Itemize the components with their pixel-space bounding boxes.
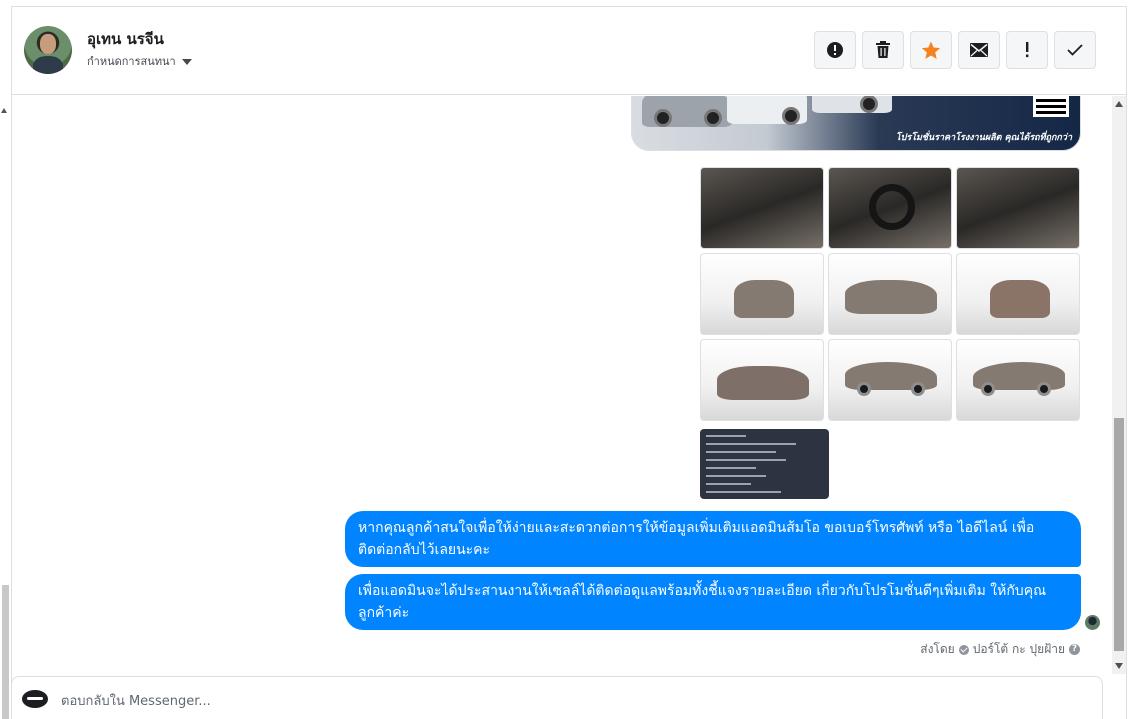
envelope-icon bbox=[970, 43, 988, 57]
doc-line bbox=[706, 467, 756, 469]
doc-line bbox=[706, 483, 751, 485]
thread-scrollbar[interactable] bbox=[1112, 96, 1126, 674]
banner-wheel bbox=[704, 109, 722, 127]
assign-conversation-label: กำหนดการสนทนา bbox=[87, 55, 176, 68]
delete-button[interactable] bbox=[862, 31, 904, 69]
document-screenshot-attachment[interactable] bbox=[700, 429, 829, 499]
car-tyre-shape bbox=[1037, 382, 1051, 396]
car-tyre-shape bbox=[911, 382, 925, 396]
message-bubble[interactable]: เพื่อแอดมินจะได้ประสานงานให้เซลล์ได้ติดต… bbox=[345, 574, 1081, 630]
car-photo-dashboard[interactable] bbox=[956, 167, 1080, 249]
check-circle-icon bbox=[958, 644, 969, 655]
page-logo-icon bbox=[22, 690, 48, 708]
car-tyre-shape bbox=[981, 382, 995, 396]
trash-icon bbox=[876, 41, 890, 58]
scroll-down-arrow-icon[interactable] bbox=[1115, 663, 1123, 669]
messenger-panel: อุเทน นรจีน กำหนดการสนทนา โปรโมชั่นราคาโ… bbox=[11, 6, 1127, 719]
star-button[interactable] bbox=[910, 31, 952, 69]
promo-banner-image[interactable]: โปรโมชั่นราคาโรงงานผลิต คุณได้รถที่ถูกกว… bbox=[631, 96, 1081, 151]
car-photo-side-right[interactable] bbox=[956, 339, 1080, 421]
doc-line bbox=[706, 491, 781, 493]
scroll-up-arrow-icon[interactable] bbox=[1, 108, 7, 113]
doc-line bbox=[706, 475, 766, 477]
alert-circle-icon bbox=[827, 42, 843, 58]
doc-line bbox=[706, 451, 776, 453]
car-photo-interior[interactable] bbox=[700, 167, 824, 249]
avatar-face bbox=[40, 34, 56, 54]
reply-input[interactable]: ตอบกลับใน Messenger... bbox=[61, 690, 211, 711]
report-spam-button[interactable] bbox=[814, 31, 856, 69]
question-circle-icon[interactable]: ? bbox=[1069, 644, 1080, 655]
car-body-shape bbox=[717, 366, 809, 400]
assign-conversation-dropdown[interactable]: กำหนดการสนทนา bbox=[87, 52, 192, 70]
seen-avatar bbox=[1085, 615, 1100, 630]
doc-line bbox=[706, 435, 746, 437]
outer-scrollbar-thumb[interactable] bbox=[2, 585, 9, 719]
doc-line bbox=[706, 459, 786, 461]
important-button[interactable] bbox=[1006, 31, 1048, 69]
banner-promo-text: โปรโมชั่นราคาโรงงานผลิต คุณได้รถที่ถูกกว… bbox=[895, 133, 1072, 143]
car-photo-front-angle[interactable] bbox=[828, 253, 952, 335]
car-body-shape bbox=[845, 280, 937, 314]
doc-line bbox=[706, 443, 796, 445]
sent-by-label: ส่งโดย bbox=[920, 642, 955, 656]
sender-name: ปอร์โต้ กะ ปุยฝ้าย bbox=[972, 642, 1065, 656]
star-icon bbox=[921, 41, 941, 59]
banner-wheel bbox=[654, 109, 672, 127]
car-tyre-shape bbox=[857, 382, 871, 396]
qr-code-image bbox=[1033, 96, 1069, 117]
mark-unread-button[interactable] bbox=[958, 31, 1000, 69]
conversation-toolbar bbox=[814, 31, 1096, 69]
car-photo-steering-wheel[interactable] bbox=[828, 167, 952, 249]
scroll-up-arrow-icon[interactable] bbox=[1115, 101, 1123, 107]
car-body-shape bbox=[734, 280, 794, 318]
message-bubble[interactable]: หากคุณลูกค้าสนใจเพื่อให้ง่ายและสะดวกต่อก… bbox=[345, 511, 1081, 567]
car-photo-side-left[interactable] bbox=[828, 339, 952, 421]
avatar-body bbox=[33, 56, 63, 74]
car-photo-front[interactable] bbox=[700, 253, 824, 335]
car-photo-rear-angle[interactable] bbox=[700, 339, 824, 421]
banner-wheel bbox=[782, 107, 800, 125]
reply-composer[interactable]: ตอบกลับใน Messenger... bbox=[11, 676, 1103, 719]
car-body-shape bbox=[990, 280, 1050, 318]
caret-down-icon bbox=[181, 58, 192, 65]
outer-scrollbar[interactable] bbox=[0, 0, 11, 719]
sent-by-info: ส่งโดย ปอร์โต้ กะ ปุยฝ้าย ? bbox=[920, 640, 1080, 659]
contact-name[interactable]: อุเทน นรจีน bbox=[87, 27, 164, 51]
thread-scrollbar-thumb[interactable] bbox=[1114, 418, 1124, 651]
banner-car-image bbox=[812, 96, 892, 113]
steering-wheel-shape bbox=[869, 184, 915, 230]
checkmark-icon bbox=[1067, 44, 1083, 56]
car-photo-rear[interactable] bbox=[956, 253, 1080, 335]
message-thread[interactable]: โปรโมชั่นราคาโรงงานผลิต คุณได้รถที่ถูกกว… bbox=[12, 96, 1112, 674]
contact-avatar[interactable] bbox=[24, 26, 72, 74]
mark-done-button[interactable] bbox=[1054, 31, 1096, 69]
exclamation-icon bbox=[1026, 42, 1029, 58]
photo-attachment-grid bbox=[700, 167, 1080, 499]
conversation-header: อุเทน นรจีน กำหนดการสนทนา bbox=[12, 7, 1126, 95]
